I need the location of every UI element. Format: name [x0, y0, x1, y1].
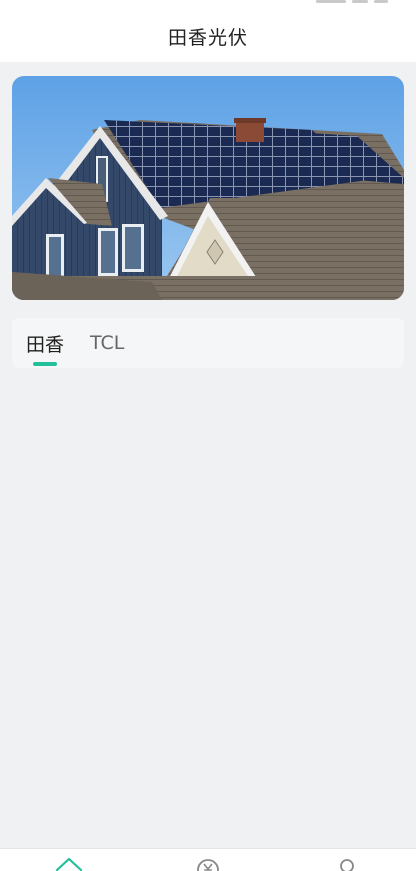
yuan-icon	[197, 859, 219, 871]
tab-tianxiang[interactable]: 田香	[26, 318, 64, 368]
banner-image[interactable]	[12, 76, 404, 300]
tab-active-indicator	[33, 362, 57, 366]
nav-finance[interactable]	[163, 849, 253, 871]
tab-tcl-label: TCL	[90, 332, 125, 354]
bottom-navigation	[0, 848, 416, 871]
page-title: 田香光伏	[167, 26, 248, 49]
app-root: 田香光伏 田香 TCL	[0, 0, 416, 871]
status-bar	[316, 0, 388, 6]
header: 田香光伏	[0, 0, 416, 62]
home-icon	[56, 857, 83, 871]
nav-home[interactable]	[24, 849, 114, 871]
nav-profile[interactable]	[302, 849, 392, 871]
tab-tianxiang-label: 田香	[26, 333, 65, 356]
user-icon	[339, 859, 354, 871]
tab-tcl[interactable]: TCL	[90, 318, 124, 368]
tab-bar: 田香 TCL	[12, 318, 404, 368]
